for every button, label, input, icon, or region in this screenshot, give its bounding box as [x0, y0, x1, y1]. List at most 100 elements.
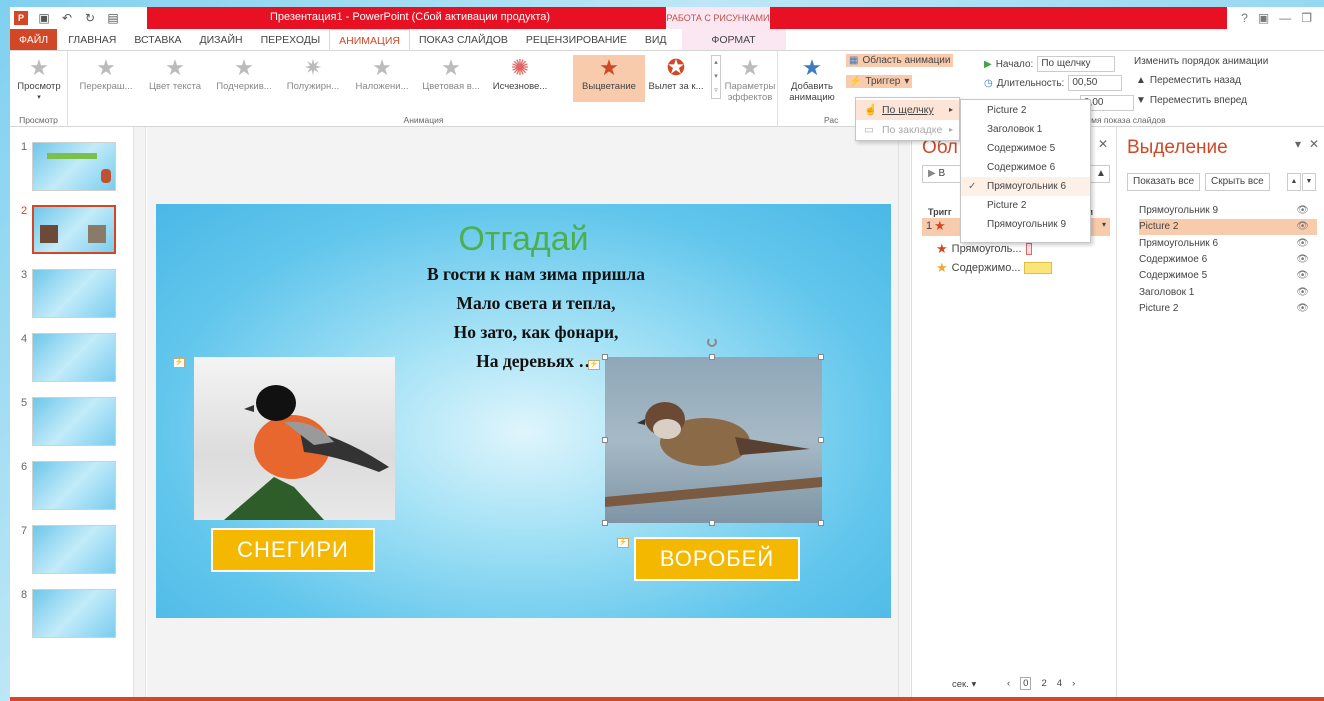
resize-handle[interactable]	[818, 354, 824, 360]
eye-icon[interactable]: 👁	[1296, 203, 1309, 219]
tab-file[interactable]: ФАЙЛ	[10, 29, 58, 50]
slide-thumbnail[interactable]	[32, 142, 116, 191]
move-earlier-button[interactable]: ▲ Переместить назад	[1136, 75, 1241, 86]
play-from-button[interactable]: ▶ В	[922, 165, 962, 183]
slide-thumbnail[interactable]	[32, 525, 116, 574]
label-sparrow[interactable]: ВОРОБЕЙ	[634, 537, 800, 581]
effect-overlay[interactable]: ★ Наложени...	[352, 55, 412, 92]
slide-thumbnail[interactable]	[32, 461, 116, 510]
label-bullfinch[interactable]: СНЕГИРИ	[211, 528, 375, 572]
submenu-item[interactable]: Picture 2	[961, 196, 1090, 215]
resize-handle[interactable]	[818, 437, 824, 443]
animation-item[interactable]: ★ Прямоуголь...	[936, 241, 1032, 257]
start-slideshow-icon[interactable]: ▤	[106, 11, 120, 25]
help-icon[interactable]: ?	[1241, 11, 1248, 25]
effect-options-button[interactable]: ★ Параметры эффектов	[720, 55, 780, 103]
tab-animations[interactable]: АНИМАЦИЯ	[329, 29, 410, 50]
effect-fly-out[interactable]: ✪ Вылет за к...	[646, 55, 706, 92]
resize-handle[interactable]	[818, 520, 824, 526]
trigger-button[interactable]: ⚡ Триггер ▾	[846, 75, 913, 88]
tab-view[interactable]: ВИД	[636, 29, 676, 50]
animation-pane-button[interactable]: ▦ Область анимации	[846, 54, 954, 67]
submenu-item[interactable]: Прямоугольник 9	[961, 215, 1090, 234]
resize-handle[interactable]	[602, 437, 608, 443]
slide-thumbnail-selected[interactable]	[32, 205, 116, 254]
eye-icon[interactable]: 👁	[1296, 301, 1309, 317]
menu-item-on-click[interactable]: ☝ По щелчку ▸	[856, 100, 959, 120]
seconds-dropdown[interactable]: сек. ▾	[952, 679, 976, 690]
eye-icon[interactable]: 👁	[1296, 219, 1309, 235]
submenu-item[interactable]: Содержимое 5	[961, 139, 1090, 158]
scroll-left-icon[interactable]: ‹	[1007, 678, 1010, 689]
close-icon[interactable]: ✕	[1309, 137, 1319, 151]
selection-item[interactable]: Picture 2 👁	[1139, 301, 1317, 317]
submenu-item[interactable]: Заголовок 1	[961, 120, 1090, 139]
effect-bold[interactable]: ✷ Полужирн...	[283, 55, 343, 92]
duration-input[interactable]: 00,50	[1068, 75, 1123, 91]
rotate-handle-icon[interactable]	[707, 337, 717, 347]
eye-icon[interactable]: 👁	[1296, 268, 1309, 284]
tab-review[interactable]: РЕЦЕНЗИРОВАНИЕ	[517, 29, 636, 50]
effect-text-color[interactable]: ★ Цвет текста	[145, 55, 205, 92]
selection-item[interactable]: Содержимое 6 👁	[1139, 252, 1317, 268]
add-animation-button[interactable]: ★ Добавить анимацию	[780, 55, 844, 103]
tab-slideshow[interactable]: ПОКАЗ СЛАЙДОВ	[410, 29, 517, 50]
selection-item[interactable]: Заголовок 1 👁	[1139, 285, 1317, 301]
submenu-item-checked[interactable]: ✓ Прямоугольник 6	[961, 177, 1090, 196]
effect-disappear[interactable]: ✺ Исчезнове...	[490, 55, 550, 92]
start-select[interactable]: По щелчку	[1037, 56, 1116, 72]
move-up-button[interactable]: ▲	[1090, 165, 1110, 183]
animation-item[interactable]: ★ Содержимо...	[936, 260, 1053, 276]
eye-icon[interactable]: 👁	[1296, 285, 1309, 301]
eye-icon[interactable]: 👁	[1296, 236, 1309, 252]
undo-icon[interactable]: ↶	[60, 11, 74, 25]
selection-item[interactable]: Прямоугольник 9 👁	[1139, 203, 1317, 219]
submenu-item[interactable]: Содержимое 6	[961, 158, 1090, 177]
tab-home[interactable]: ГЛАВНАЯ	[59, 29, 125, 50]
restore-icon[interactable]: ❐	[1301, 11, 1312, 25]
trigger-marker-icon[interactable]: ⚡	[173, 358, 185, 368]
effect-recolor[interactable]: ★ Перекраш...	[76, 55, 136, 92]
selection-item[interactable]: Прямоугольник 6 👁	[1139, 236, 1317, 252]
resize-handle[interactable]	[709, 354, 715, 360]
ribbon-display-options-icon[interactable]: ▣	[1258, 11, 1269, 25]
hide-all-button[interactable]: Скрыть все	[1205, 173, 1270, 191]
eye-icon[interactable]: 👁	[1296, 252, 1309, 268]
slide-thumbnail[interactable]	[32, 589, 116, 638]
move-later-button[interactable]: ▼ Переместить вперед	[1136, 95, 1247, 106]
effect-fade[interactable]: ★ Выцветание	[573, 55, 645, 102]
sparrow-picture[interactable]	[605, 357, 822, 523]
trigger-marker-icon[interactable]: ⚡	[617, 538, 629, 548]
effect-color-wave[interactable]: ★ Цветовая в...	[421, 55, 481, 92]
bullfinch-picture[interactable]	[194, 357, 395, 520]
tab-design[interactable]: ДИЗАЙН	[190, 29, 251, 50]
preview-button[interactable]: ★ Просмотр ▾	[10, 55, 68, 103]
redo-icon[interactable]: ↻	[83, 11, 97, 25]
menu-item-on-bookmark[interactable]: ▭ По закладке ▸	[856, 120, 959, 140]
selection-item-selected[interactable]: Picture 2 👁	[1139, 219, 1317, 235]
close-icon[interactable]: ✕	[1098, 137, 1108, 151]
editor-scrollbar[interactable]	[898, 127, 910, 701]
trigger-marker-icon[interactable]: ⚡	[588, 360, 600, 370]
resize-handle[interactable]	[709, 520, 715, 526]
show-all-button[interactable]: Показать все	[1127, 173, 1201, 191]
slide-title[interactable]: Отгадай	[156, 220, 891, 259]
thumbnails-scrollbar[interactable]	[133, 127, 145, 701]
submenu-item[interactable]: Picture 2	[961, 101, 1090, 120]
resize-handle[interactable]	[602, 520, 608, 526]
slide-thumbnail[interactable]	[32, 397, 116, 446]
save-icon[interactable]: ▣	[37, 11, 51, 25]
tab-transitions[interactable]: ПЕРЕХОДЫ	[252, 29, 330, 50]
tab-insert[interactable]: ВСТАВКА	[125, 29, 190, 50]
selection-item[interactable]: Содержимое 5 👁	[1139, 268, 1317, 284]
pane-options-icon[interactable]: ▾	[1295, 137, 1301, 151]
slide-thumbnail[interactable]	[32, 333, 116, 382]
bring-forward-icon[interactable]: ▲	[1287, 173, 1301, 191]
scroll-right-icon[interactable]: ›	[1072, 678, 1075, 689]
minimize-icon[interactable]: —	[1279, 11, 1291, 25]
effect-underline[interactable]: ★ Подчеркив...	[214, 55, 274, 92]
slide-thumbnail[interactable]	[32, 269, 116, 318]
resize-handle[interactable]	[602, 354, 608, 360]
chevron-down-icon[interactable]: ▾	[1102, 220, 1106, 229]
tab-format[interactable]: ФОРМАТ	[681, 29, 786, 50]
